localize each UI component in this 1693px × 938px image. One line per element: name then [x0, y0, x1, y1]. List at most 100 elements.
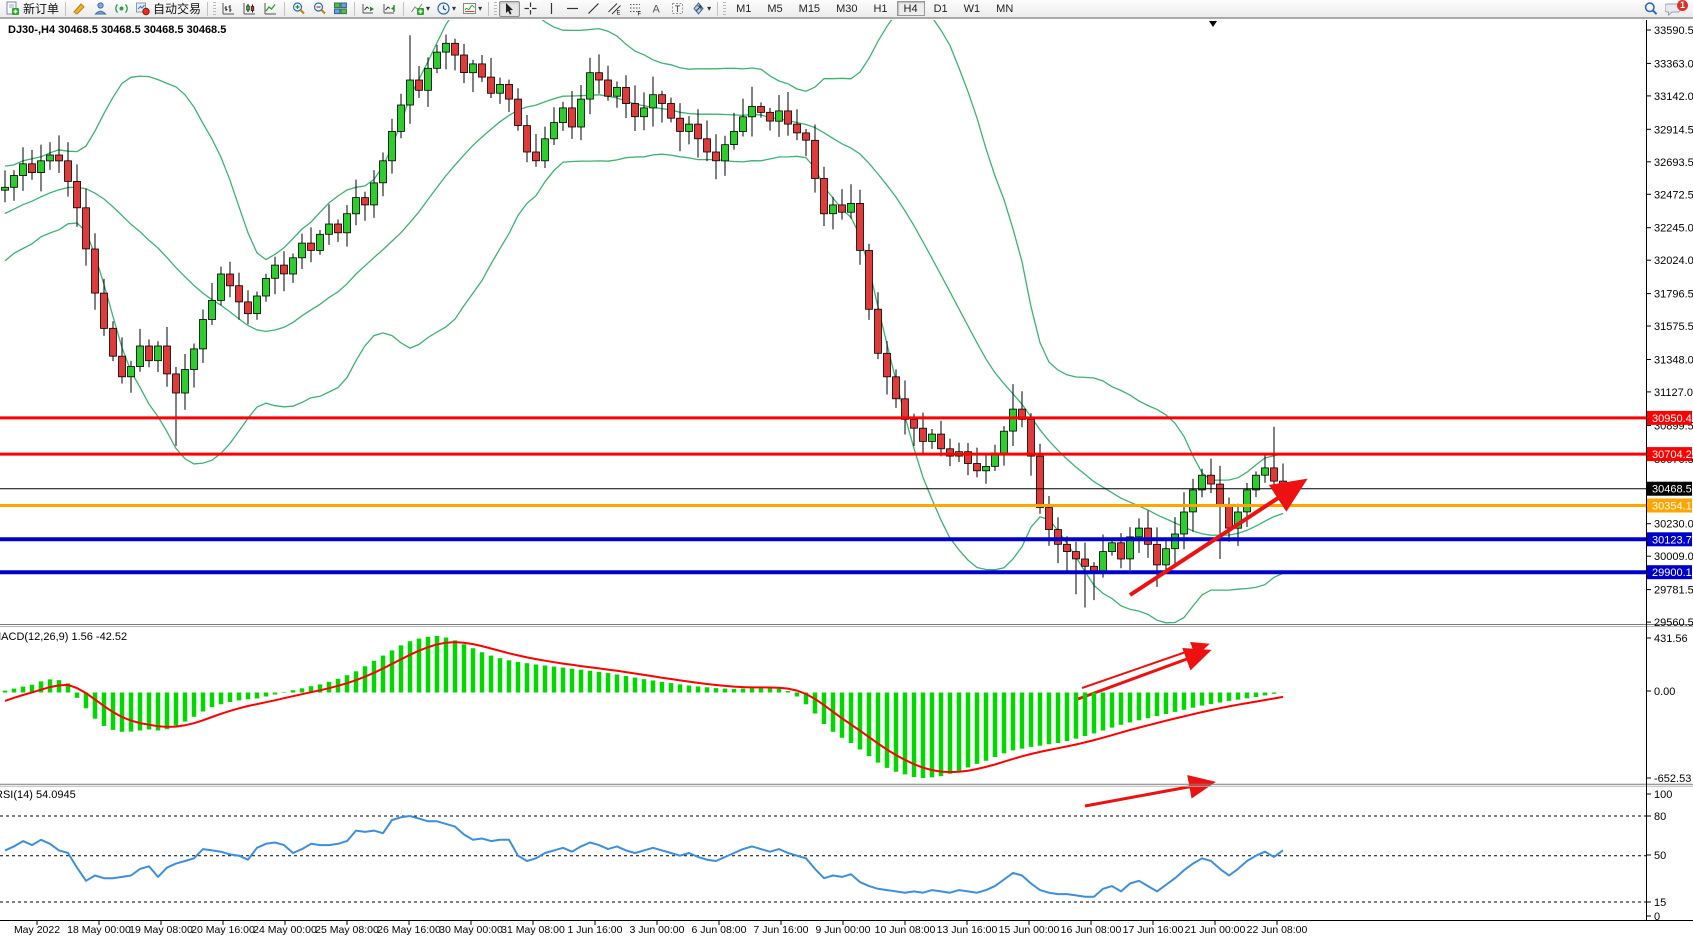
toolbar-separator [488, 2, 489, 16]
vertical-line-button[interactable] [541, 1, 562, 17]
fibonacci-button[interactable]: F [625, 1, 646, 17]
navigator-icon [114, 1, 129, 16]
indicators-button[interactable]: ▾ [407, 1, 433, 17]
data-window-button[interactable] [90, 1, 111, 17]
toolbar-grip[interactable] [213, 2, 216, 15]
date-label: 6 Jun 08:00 [692, 924, 747, 936]
auto-trading-button[interactable]: 自动交易 [132, 1, 204, 17]
trendline-icon [586, 1, 601, 16]
price-tick-label: 32693.5 [1654, 157, 1693, 169]
candle-bull [128, 367, 135, 377]
bar-chart-button[interactable] [218, 1, 239, 17]
trendline-button[interactable] [583, 1, 604, 17]
candle-bear [461, 55, 468, 73]
notifications-button[interactable]: 1 [1662, 1, 1685, 17]
rsi-axis-label: 0 [1654, 911, 1660, 923]
candle-bear [704, 139, 711, 152]
candle-bull [1190, 490, 1197, 512]
price-tick-label: 32245.0 [1654, 223, 1693, 235]
candle-bear [416, 80, 423, 90]
scroll-to-end-icon [361, 1, 376, 16]
svg-text:T: T [675, 4, 681, 14]
date-label: 17 Jun 16:00 [1123, 924, 1184, 936]
search-button[interactable] [1640, 1, 1662, 17]
timeframe-button-m15[interactable]: M15 [792, 1, 827, 16]
candle-bull [848, 203, 855, 212]
candle-bull [353, 198, 360, 214]
price-tag-text: 30354.1 [1652, 501, 1692, 513]
timeframe-button-d1[interactable]: D1 [927, 1, 955, 16]
tile-windows-button[interactable] [330, 1, 351, 17]
periods-button[interactable]: ▾ [433, 1, 459, 17]
candle-bull [254, 296, 261, 314]
templates-icon [462, 1, 477, 16]
candle-bull [731, 131, 738, 144]
macd-axis-label: 0.00 [1654, 686, 1675, 698]
candle-bear [281, 265, 288, 274]
candle-bear [785, 111, 792, 124]
line-chart-button[interactable] [260, 1, 281, 17]
timeframe-button-h1[interactable]: H1 [866, 1, 894, 16]
timeframe-button-h4[interactable]: H4 [897, 1, 925, 16]
navigator-button[interactable] [111, 1, 132, 17]
candle-bull [641, 108, 648, 117]
vertical-line-icon [544, 1, 559, 16]
templates-button[interactable]: ▾ [459, 1, 485, 17]
candle-bull [776, 111, 783, 121]
candle-bull [497, 84, 504, 93]
dropdown-caret: ▾ [426, 4, 430, 13]
date-label: 19 May 08:00 [129, 924, 193, 936]
candle-bear [668, 104, 675, 119]
price-tick-label: 29781.5 [1654, 585, 1693, 597]
zoom-out-button[interactable] [309, 1, 330, 17]
date-label: 25 May 08:00 [315, 924, 379, 936]
zoom-in-icon [291, 1, 306, 16]
candle-bull [20, 164, 27, 176]
symbol-ohlc-label: DJ30-,H4 30468.5 30468.5 30468.5 30468.5 [8, 24, 226, 36]
cursor-button[interactable] [499, 1, 520, 17]
price-tick-label: 33363.0 [1654, 58, 1693, 70]
candle-bull [326, 224, 333, 234]
candle-bull [380, 161, 387, 183]
candle-bear [1028, 419, 1035, 456]
candle-bear [803, 133, 810, 140]
price-tag-30704.2: 30704.2 [1647, 447, 1692, 461]
chart-canvas[interactable]: 33590.533363.033142.032914.532693.532472… [0, 18, 1693, 938]
timeframe-button-mn[interactable]: MN [989, 1, 1020, 16]
zoom-in-button[interactable] [288, 1, 309, 17]
candle-bear [1154, 544, 1161, 565]
label-button[interactable]: T [667, 1, 688, 17]
market-watch-button[interactable] [69, 1, 90, 17]
shapes-button[interactable]: ▾ [688, 1, 714, 17]
scroll-to-end-button[interactable] [358, 1, 379, 17]
equidistant-channel-button[interactable]: E [604, 1, 625, 17]
toolbar-grip[interactable] [494, 2, 497, 15]
horizontal-line-button[interactable] [562, 1, 583, 17]
new-order-button[interactable]: 新订单 [2, 1, 62, 17]
toolbar-grip[interactable] [723, 2, 726, 15]
toolbar-separator [403, 2, 404, 16]
chart-shift-button[interactable] [379, 1, 400, 17]
candlestick-chart-button[interactable] [239, 1, 260, 17]
candlestick-chart-icon [242, 1, 257, 16]
label-icon: T [670, 1, 685, 16]
candle-bull [389, 131, 396, 160]
chart-background [0, 18, 1693, 938]
candle-bull [650, 95, 657, 108]
candle-bear [146, 346, 153, 361]
date-label: 22 Jun 08:00 [1247, 924, 1308, 936]
timeframe-button-w1[interactable]: W1 [957, 1, 988, 16]
candle-bull [200, 320, 207, 349]
price-tick-label: 31575.5 [1654, 321, 1693, 333]
timeframe-button-m30[interactable]: M30 [829, 1, 864, 16]
dropdown-caret: ▾ [478, 4, 482, 13]
candle-bull [371, 183, 378, 205]
date-label: 18 May 00:00 [67, 924, 131, 936]
timeframe-button-m5[interactable]: M5 [760, 1, 789, 16]
text-button[interactable]: A [646, 1, 667, 17]
candle-bull [434, 52, 441, 68]
timeframe-button-m1[interactable]: M1 [729, 1, 758, 16]
crosshair-button[interactable] [520, 1, 541, 17]
price-tick-label: 31796.5 [1654, 289, 1693, 301]
candle-bull [299, 243, 306, 258]
